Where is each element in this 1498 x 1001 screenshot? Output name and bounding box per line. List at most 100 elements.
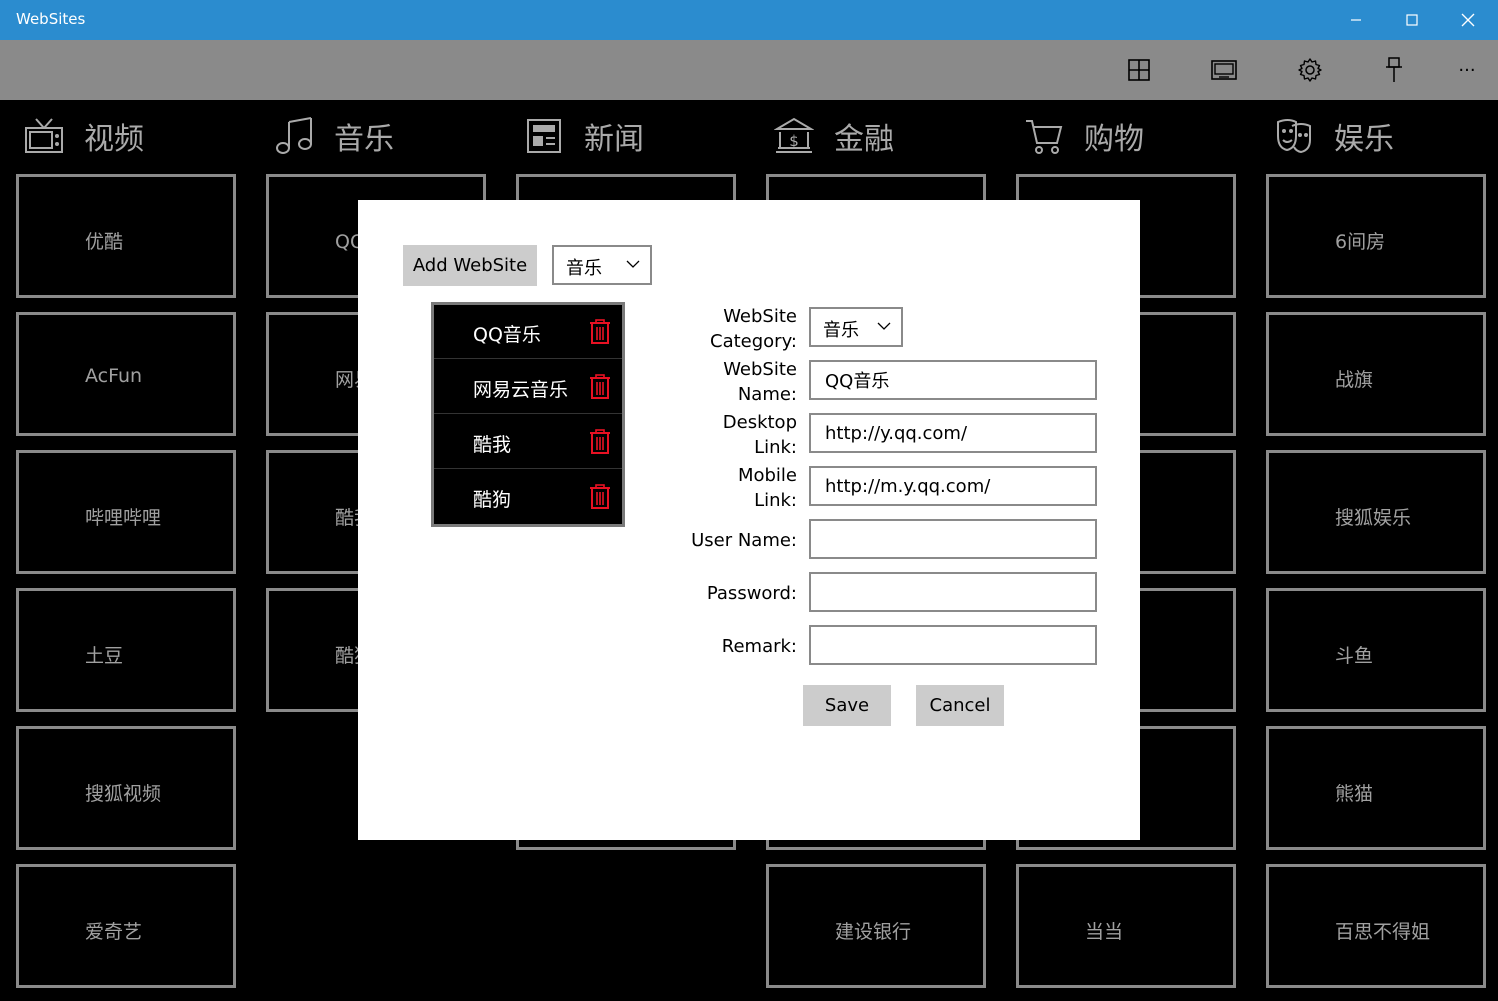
minimize-button[interactable]: [1328, 0, 1384, 40]
category-title: 购物: [1084, 122, 1144, 157]
trash-icon[interactable]: [589, 374, 611, 400]
category-title: 视频: [84, 122, 144, 157]
desktop-link-label: Desktop Link:: [723, 410, 797, 460]
site-tile[interactable]: 斗鱼: [1266, 588, 1486, 712]
bank-icon: $: [774, 117, 814, 153]
window-title: WebSites: [16, 10, 86, 28]
pin-button[interactable]: [1378, 54, 1410, 86]
website-name-input[interactable]: [809, 360, 1097, 400]
category-label-line1: WebSite: [723, 306, 797, 327]
site-tile-label: 搜狐视频: [85, 783, 162, 805]
site-tile[interactable]: 当当: [1016, 864, 1236, 988]
password-input[interactable]: [809, 572, 1097, 612]
category-video: 视频 优酷 AcFun 哔哩哔哩 土豆 搜狐视频 爱奇艺: [0, 100, 250, 1000]
music-icon: [276, 117, 312, 154]
category-header[interactable]: 新闻: [524, 114, 644, 158]
site-tile-label: 建设银行: [835, 921, 912, 943]
category-label: WebSite Category:: [710, 304, 797, 354]
desktop-link-input[interactable]: [809, 413, 1097, 453]
site-tile[interactable]: 优酷: [16, 174, 236, 298]
site-tile-label: 熊猫: [1335, 783, 1374, 805]
chevron-down-icon: [877, 322, 891, 330]
site-tile[interactable]: AcFun: [16, 312, 236, 436]
list-item-name: 酷狗: [473, 489, 512, 511]
mask-icon: [1277, 119, 1311, 154]
gear-icon: [1298, 58, 1322, 82]
grid-view-button[interactable]: [1123, 54, 1155, 86]
site-tile-label: 战旗: [1335, 369, 1374, 391]
site-tile[interactable]: 土豆: [16, 588, 236, 712]
settings-button[interactable]: [1294, 54, 1326, 86]
category-header[interactable]: $ 金融: [774, 114, 894, 158]
mobile-link-input[interactable]: [809, 466, 1097, 506]
list-item-name: QQ音乐: [473, 324, 541, 346]
cancel-button[interactable]: Cancel: [916, 685, 1004, 726]
command-bar: ···: [0, 40, 1498, 100]
category-header[interactable]: 购物: [1024, 114, 1144, 158]
tablet-view-button[interactable]: [1208, 54, 1240, 86]
site-tile[interactable]: 建设银行: [766, 864, 986, 988]
mobile-label-line2: Link:: [754, 490, 797, 511]
category-header[interactable]: 音乐: [274, 114, 394, 158]
site-tile[interactable]: 6间房: [1266, 174, 1486, 298]
category-header[interactable]: 娱乐: [1274, 114, 1394, 158]
edit-website-dialog: Add WebSite 音乐 QQ音乐 网易云音乐 酷我 酷狗 WebSite …: [358, 200, 1140, 840]
category-select-value: 音乐: [823, 320, 859, 341]
category-title: 娱乐: [1334, 122, 1394, 157]
add-website-button[interactable]: Add WebSite: [403, 245, 537, 286]
trash-icon[interactable]: [589, 484, 611, 510]
close-button[interactable]: [1440, 0, 1496, 40]
newspaper-icon: [527, 119, 561, 153]
tablet-icon: [1211, 60, 1237, 80]
category-title: 金融: [834, 122, 894, 157]
category-filter-dropdown[interactable]: 音乐: [552, 245, 652, 285]
site-tile-label: 爱奇艺: [85, 921, 143, 943]
category-title: 新闻: [584, 122, 644, 157]
list-item[interactable]: 酷狗: [434, 470, 622, 524]
list-item-name: 网易云音乐: [473, 379, 569, 401]
site-tile-label: 搜狐娱乐: [1335, 507, 1412, 529]
site-tile-label: 6间房: [1335, 231, 1386, 253]
desktop-label-line2: Link:: [754, 437, 797, 458]
pin-icon: [1386, 57, 1402, 82]
svg-text:$: $: [789, 132, 799, 150]
site-tile[interactable]: 哔哩哔哩: [16, 450, 236, 574]
site-tile-label: 百思不得姐: [1335, 921, 1431, 943]
save-button[interactable]: Save: [803, 685, 891, 726]
desktop-label-line1: Desktop: [722, 412, 797, 433]
trash-icon[interactable]: [589, 319, 611, 345]
tv-icon: [25, 118, 63, 153]
more-button[interactable]: ···: [1451, 54, 1483, 86]
title-bar: WebSites: [0, 0, 1498, 40]
category-label-line2: Category:: [710, 331, 797, 352]
grid-icon: [1128, 59, 1150, 81]
list-item-name: 酷我: [473, 434, 512, 456]
category-entertainment: 娱乐 6间房 战旗 搜狐娱乐 斗鱼 熊猫 百思不得姐: [1250, 100, 1498, 1000]
site-tile-label: AcFun: [85, 365, 143, 387]
website-list: QQ音乐 网易云音乐 酷我 酷狗: [431, 302, 625, 527]
site-tile[interactable]: 爱奇艺: [16, 864, 236, 988]
list-item[interactable]: QQ音乐: [434, 305, 622, 359]
list-item[interactable]: 网易云音乐: [434, 360, 622, 414]
site-tile[interactable]: 战旗: [1266, 312, 1486, 436]
mobile-label-line1: Mobile: [737, 465, 797, 486]
trash-icon[interactable]: [589, 429, 611, 455]
site-tile[interactable]: 搜狐视频: [16, 726, 236, 850]
site-tile[interactable]: 搜狐娱乐: [1266, 450, 1486, 574]
site-tile[interactable]: 熊猫: [1266, 726, 1486, 850]
site-tile-label: 哔哩哔哩: [85, 507, 162, 529]
cart-icon: [1026, 120, 1063, 154]
site-tile-label: 当当: [1085, 921, 1124, 943]
category-select[interactable]: 音乐: [809, 307, 903, 347]
site-tile-label: 土豆: [85, 645, 124, 667]
password-label: Password:: [706, 583, 797, 604]
remark-input[interactable]: [809, 625, 1097, 665]
category-title: 音乐: [334, 122, 394, 157]
maximize-button[interactable]: [1384, 0, 1440, 40]
username-input[interactable]: [809, 519, 1097, 559]
username-label: User Name:: [691, 530, 797, 551]
list-item[interactable]: 酷我: [434, 415, 622, 469]
site-tile[interactable]: 百思不得姐: [1266, 864, 1486, 988]
name-label-line2: Name:: [737, 384, 797, 405]
category-header[interactable]: 视频: [24, 114, 144, 158]
